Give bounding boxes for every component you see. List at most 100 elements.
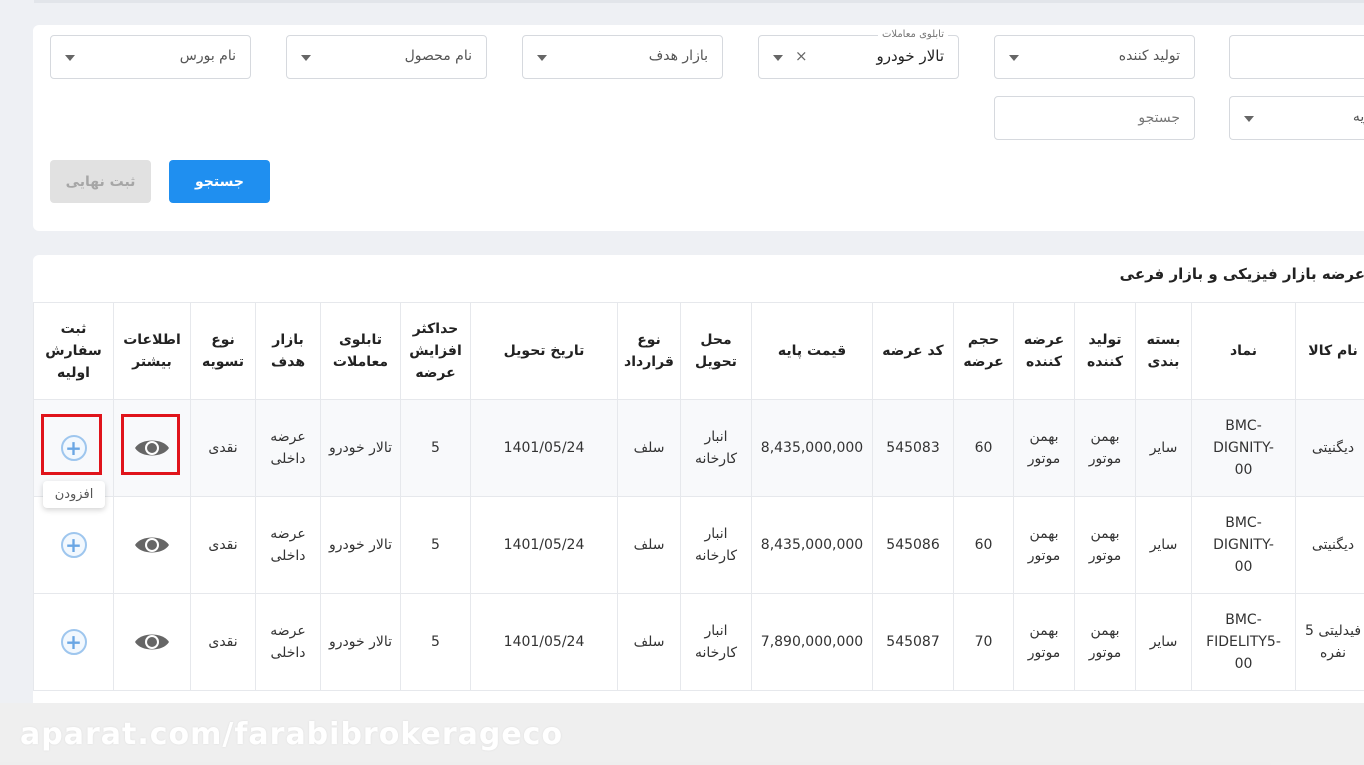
max-increase-cell: 5 — [400, 594, 470, 690]
symbol-cell: BMC-DIGNITY-00 — [1191, 400, 1295, 496]
delivery-place-cell: انبار کارخانه — [680, 497, 751, 593]
header-producer: تولید کننده — [1074, 303, 1135, 399]
product-name-cell: دیگنیتی — [1295, 400, 1364, 496]
chevron-down-icon — [1244, 116, 1254, 122]
product-name-cell: فیدلیتی 5 نفره — [1295, 594, 1364, 690]
producer-cell: بهمن موتور — [1074, 594, 1135, 690]
partial-select-top[interactable]: ه — [1229, 35, 1364, 79]
info-cell — [113, 497, 190, 593]
contract-type-cell: سلف — [617, 594, 680, 690]
trading-board-select[interactable]: تابلوی معاملات تالار خودرو × — [758, 28, 959, 79]
final-submit-button[interactable]: ثبت نهایی — [50, 160, 151, 203]
base-price-cell: 7,890,000,000 — [751, 594, 872, 690]
offers-table: ثبت سفارش اولیه اطلاعات بیشتر نوع تسویه … — [33, 302, 1364, 691]
trading-board-cell: تالار خودرو — [320, 594, 400, 690]
delivery-date-cell: 1401/05/24 — [470, 497, 617, 593]
header-offer-code: کد عرضه — [872, 303, 953, 399]
add-tooltip: افزودن — [43, 481, 105, 508]
packaging-cell: سایر — [1135, 497, 1191, 593]
packaging-cell: سایر — [1135, 594, 1191, 690]
contract-type-cell: سلف — [617, 400, 680, 496]
header-product-name: نام کالا — [1295, 303, 1364, 399]
table-title: عرضه بازار فیزیکی و بازار فرعی — [1119, 265, 1364, 283]
settlement-type-cell: نقدی — [190, 594, 255, 690]
header-packaging: بسته بندی — [1135, 303, 1191, 399]
header-contract-type: نوع قرارداد — [617, 303, 680, 399]
info-cell — [113, 594, 190, 690]
producer-label: تولید کننده — [1118, 48, 1180, 64]
settlement-type-cell: نقدی — [190, 497, 255, 593]
filter-panel: نام بورس نام محصول بازار هدف تابلوی معام… — [33, 25, 1364, 231]
max-increase-cell: 5 — [400, 400, 470, 496]
producer-cell: بهمن موتور — [1074, 400, 1135, 496]
settlement-select-label: ویه — [1352, 109, 1364, 125]
producer-cell: بهمن موتور — [1074, 497, 1135, 593]
plus-circle-icon[interactable]: + — [60, 629, 87, 655]
offer-code-cell: 545087 — [872, 594, 953, 690]
symbol-cell: BMC-DIGNITY-00 — [1191, 497, 1295, 593]
offer-volume-cell: 70 — [953, 594, 1013, 690]
eye-icon[interactable] — [134, 533, 170, 557]
supplier-cell: بهمن موتور — [1013, 497, 1074, 593]
header-delivery-place: محل تحویل — [680, 303, 751, 399]
header-supplier: عرضه کننده — [1013, 303, 1074, 399]
add-cell: + — [33, 594, 113, 690]
settlement-type-cell: نقدی — [190, 400, 255, 496]
chevron-down-icon — [773, 55, 783, 61]
delivery-date-cell: 1401/05/24 — [470, 400, 617, 496]
offers-table-panel: عرضه بازار فیزیکی و بازار فرعی ثبت سفارش… — [33, 255, 1364, 715]
add-cell: + — [33, 497, 113, 593]
header-offer-volume: حجم عرضه — [953, 303, 1013, 399]
producer-select[interactable]: تولید کننده — [994, 35, 1195, 79]
target-market-select[interactable]: بازار هدف — [522, 35, 723, 79]
target-market-cell: عرضه داخلی — [255, 594, 320, 690]
table-row: + نقدی عرضه داخلی تالار خودرو 5 1401/05/… — [33, 594, 1364, 691]
eye-icon[interactable] — [134, 436, 170, 460]
watermark-bar: aparat.com/farabibrokerageco — [0, 703, 1364, 765]
trading-board-value: تالار خودرو — [876, 47, 945, 65]
watermark-text: aparat.com/farabibrokerageco — [20, 717, 564, 752]
trading-board-float-label: تابلوی معاملات — [877, 28, 948, 42]
chevron-down-icon — [537, 55, 547, 61]
product-name-cell: دیگنیتی — [1295, 497, 1364, 593]
header-base-price: قیمت پایه — [751, 303, 872, 399]
chevron-down-icon — [65, 55, 75, 61]
info-cell — [113, 400, 190, 496]
delivery-date-cell: 1401/05/24 — [470, 594, 617, 690]
max-increase-cell: 5 — [400, 497, 470, 593]
trading-board-cell: تالار خودرو — [320, 400, 400, 496]
offer-volume-cell: 60 — [953, 400, 1013, 496]
header-submit-order: ثبت سفارش اولیه — [33, 303, 113, 399]
delivery-place-cell: انبار کارخانه — [680, 400, 751, 496]
exchange-name-select[interactable]: نام بورس — [50, 35, 251, 79]
offer-volume-cell: 60 — [953, 497, 1013, 593]
top-divider — [34, 0, 1364, 3]
supplier-cell: بهمن موتور — [1013, 400, 1074, 496]
header-delivery-date: تاریخ تحویل — [470, 303, 617, 399]
settlement-select[interactable]: ویه — [1229, 96, 1364, 140]
table-row: + نقدی عرضه داخلی تالار خودرو 5 1401/05/… — [33, 497, 1364, 594]
header-more-info: اطلاعات بیشتر — [113, 303, 190, 399]
exchange-name-label: نام بورس — [179, 48, 236, 64]
plus-circle-icon[interactable]: + — [60, 532, 87, 558]
target-market-cell: عرضه داخلی — [255, 497, 320, 593]
header-symbol: نماد — [1191, 303, 1295, 399]
plus-circle-icon[interactable]: + — [60, 435, 87, 461]
base-price-cell: 8,435,000,000 — [751, 497, 872, 593]
packaging-cell: سایر — [1135, 400, 1191, 496]
offer-code-cell: 545086 — [872, 497, 953, 593]
clear-icon[interactable]: × — [795, 47, 808, 65]
table-header-row: ثبت سفارش اولیه اطلاعات بیشتر نوع تسویه … — [33, 302, 1364, 400]
header-target-market: بازار هدف — [255, 303, 320, 399]
target-market-cell: عرضه داخلی — [255, 400, 320, 496]
header-trading-board: تابلوی معاملات — [320, 303, 400, 399]
search-button[interactable]: جستجو — [169, 160, 270, 203]
eye-icon[interactable] — [134, 630, 170, 654]
offer-code-cell: 545083 — [872, 400, 953, 496]
target-market-label: بازار هدف — [648, 48, 708, 64]
search-input[interactable] — [994, 96, 1195, 140]
header-settlement-type: نوع تسویه — [190, 303, 255, 399]
supplier-cell: بهمن موتور — [1013, 594, 1074, 690]
delivery-place-cell: انبار کارخانه — [680, 594, 751, 690]
product-name-select[interactable]: نام محصول — [286, 35, 487, 79]
